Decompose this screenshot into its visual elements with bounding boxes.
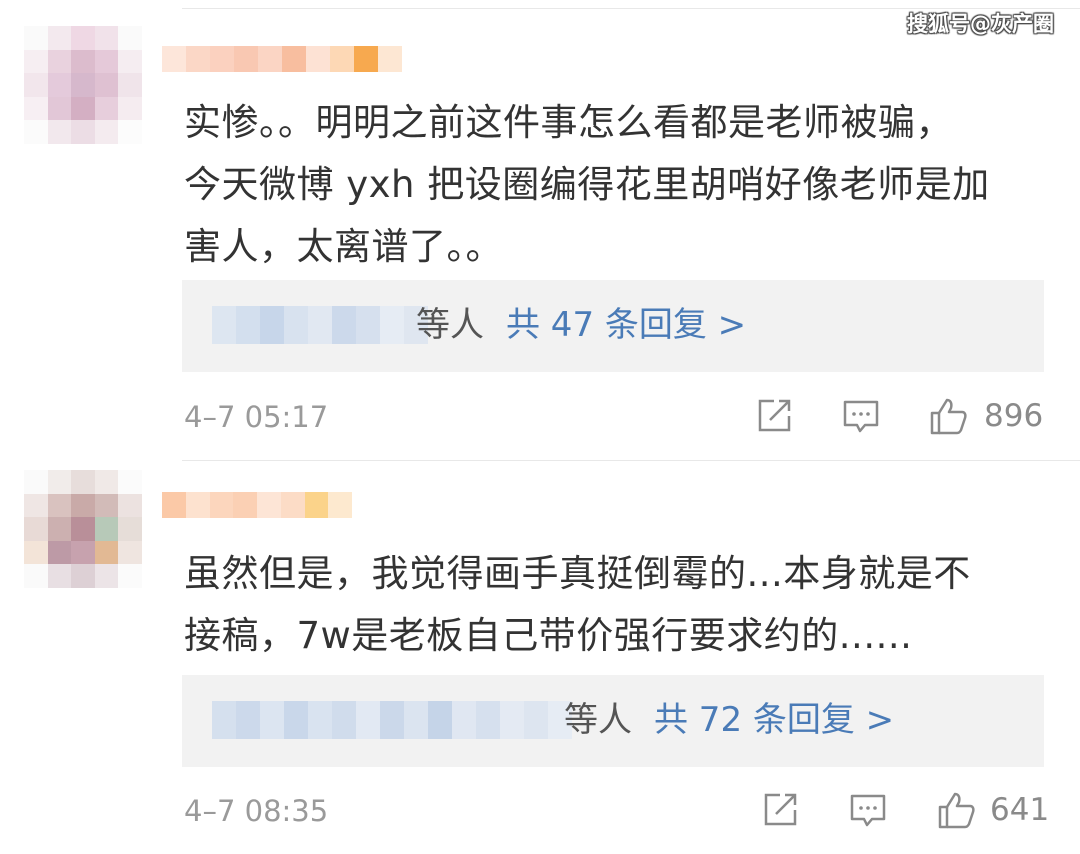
like-count: 896 bbox=[984, 398, 1044, 434]
reply-by-label: 等人 bbox=[416, 305, 484, 345]
avatar[interactable] bbox=[24, 470, 142, 588]
comment-line: 虽然但是，我觉得画手真挺倒霉的...本身就是不 bbox=[184, 552, 971, 595]
comment-divider bbox=[182, 460, 1080, 461]
username-blurred[interactable] bbox=[162, 46, 402, 72]
like-icon[interactable] bbox=[928, 396, 968, 436]
comment-text: 实惨。。明明之前这件事怎么看都是老师被骗， 今天微博 yxh 把设圈编得花里胡哨… bbox=[184, 92, 1024, 278]
reply-count-link[interactable]: 共 47 条回复 > bbox=[506, 305, 746, 345]
top-divider bbox=[182, 8, 1080, 9]
comment-text: 虽然但是，我觉得画手真挺倒霉的...本身就是不 接稿，7w是老板自己带价强行要求… bbox=[184, 543, 1024, 667]
reply-by-label: 等人 bbox=[564, 700, 632, 740]
like-icon[interactable] bbox=[936, 790, 976, 830]
timestamp: 4–7 08:35 bbox=[184, 794, 329, 828]
comment-line: 实惨。。明明之前这件事怎么看都是老师被骗， bbox=[184, 101, 953, 144]
timestamp: 4–7 05:17 bbox=[184, 400, 329, 434]
comment-icon[interactable] bbox=[841, 396, 881, 436]
comment-meta: 4–7 05:17 896 bbox=[184, 394, 1044, 444]
comment-line: 今天微博 yxh 把设圈编得花里胡哨好像老师是加 bbox=[184, 163, 990, 206]
username-blurred[interactable] bbox=[162, 492, 352, 518]
share-icon[interactable] bbox=[760, 790, 800, 830]
comment-line: 接稿，7w是老板自己带价强行要求约的...... bbox=[184, 614, 913, 657]
reply-usernames-blurred bbox=[212, 701, 572, 739]
reply-summary: 等人共 47 条回复 > bbox=[416, 300, 746, 350]
reply-usernames-blurred bbox=[212, 306, 428, 344]
share-icon[interactable] bbox=[754, 396, 794, 436]
comment-meta: 4–7 08:35 641 bbox=[184, 788, 1049, 838]
comment-icon[interactable] bbox=[848, 790, 888, 830]
like-count: 641 bbox=[990, 792, 1050, 828]
reply-count-link[interactable]: 共 72 条回复 > bbox=[654, 700, 894, 740]
avatar[interactable] bbox=[24, 26, 142, 144]
watermark: 搜狐号@灰产圈 bbox=[907, 12, 1054, 36]
comment-line: 害人，太离谱了。。 bbox=[184, 225, 503, 268]
reply-summary: 等人共 72 条回复 > bbox=[564, 695, 894, 745]
reply-summary-box[interactable]: 等人共 72 条回复 > bbox=[182, 675, 1044, 767]
reply-summary-box[interactable]: 等人共 47 条回复 > bbox=[182, 280, 1044, 372]
